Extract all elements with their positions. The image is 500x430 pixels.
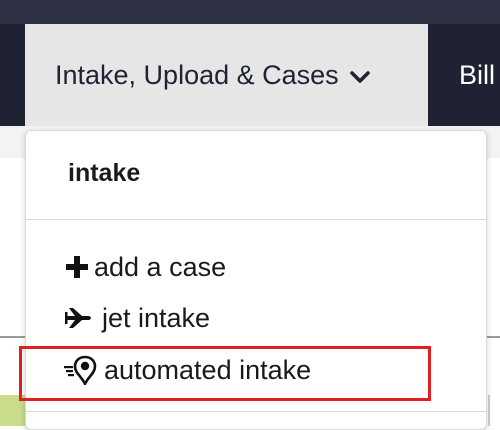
- top-strip: [0, 0, 500, 24]
- menu-item-label: jet intake: [102, 302, 211, 333]
- menu-item-label: automated intake: [104, 354, 312, 385]
- nav-tab-label: Bill: [459, 59, 496, 90]
- intake-dropdown-menu: intake add a case jet intake automated i…: [25, 130, 487, 430]
- background-border: [488, 395, 490, 426]
- menu-item-automated-intake[interactable]: automated intake: [64, 350, 311, 390]
- chevron-down-icon: [349, 64, 371, 86]
- nav-tab-billing[interactable]: Bill: [459, 24, 495, 126]
- automated-intake-icon: [64, 355, 98, 385]
- dropdown-separator: [26, 411, 486, 412]
- menu-item-add-a-case[interactable]: add a case: [64, 247, 226, 287]
- jet-icon: [64, 305, 94, 331]
- plus-icon: [64, 254, 90, 280]
- nav-tab-intake-upload-cases[interactable]: Intake, Upload & Cases: [25, 24, 428, 126]
- dropdown-separator: [26, 219, 486, 220]
- menu-item-jet-intake[interactable]: jet intake: [64, 298, 210, 338]
- dropdown-section-header: intake: [68, 159, 141, 187]
- background-green-cell: [0, 395, 26, 426]
- nav-tab-label: Intake, Upload & Cases: [55, 59, 339, 90]
- menu-item-label: add a case: [94, 251, 227, 282]
